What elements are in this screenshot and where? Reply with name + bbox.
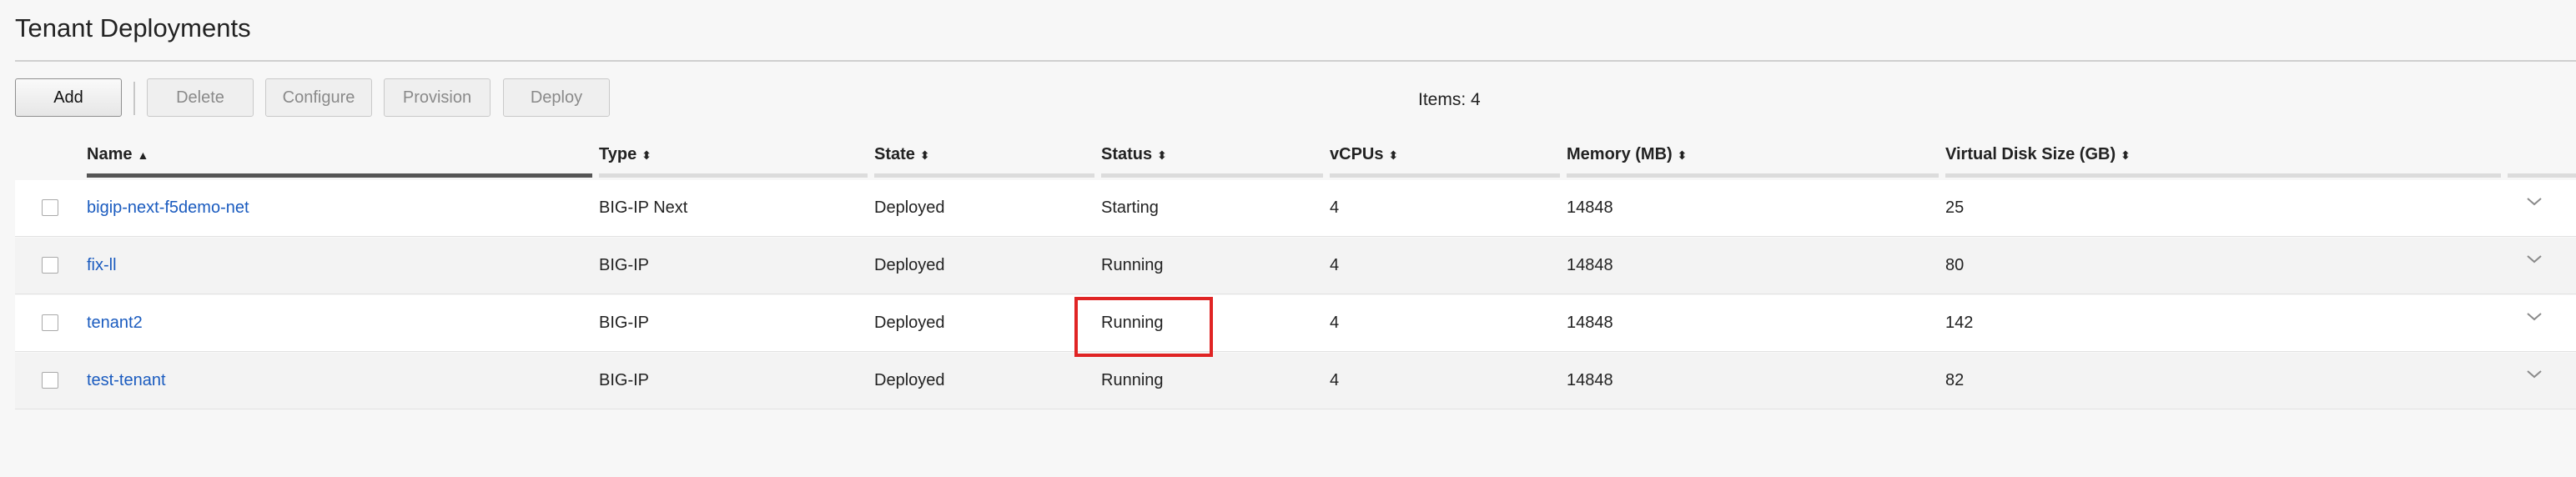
column-divider [874, 173, 1094, 178]
sort-icon: ⬍ [1157, 148, 1167, 162]
cell-memory: 14848 [1567, 198, 1613, 217]
cell-type: BIG-IP Next [599, 198, 688, 217]
column-header-label: Type [599, 145, 637, 163]
configure-button[interactable]: Configure [265, 78, 372, 117]
sort-icon: ⬍ [1388, 148, 1399, 162]
sort-icon: ⬍ [2121, 148, 2131, 162]
table-header: Name ▲ Type ⬍ State ⬍ Status ⬍ vCPUs ⬍ Memory (MB)… [15, 133, 2576, 180]
cell-vcpus: 4 [1330, 256, 1340, 274]
tenant-name-link[interactable]: fix-ll [87, 256, 117, 275]
column-divider [1567, 173, 1939, 178]
cell-state: Deployed [874, 198, 945, 217]
chevron-down-icon[interactable] [2524, 249, 2544, 269]
row-checkbox[interactable] [42, 199, 58, 216]
column-divider [599, 173, 868, 178]
cell-disk: 25 [1945, 198, 1965, 217]
column-header-label: vCPUs [1330, 145, 1384, 163]
chevron-down-icon[interactable] [2524, 364, 2544, 384]
title-divider [15, 60, 2576, 62]
cell-disk: 142 [1945, 314, 1974, 332]
cell-disk: 80 [1945, 256, 1965, 274]
column-header-memory-mb[interactable]: Memory (MB) ⬍ [1567, 145, 1687, 164]
tenant-name-link[interactable]: bigip-next-f5demo-net [87, 198, 249, 218]
cell-status: Running [1101, 256, 1164, 274]
tenant-name-link[interactable]: tenant2 [87, 314, 143, 333]
cell-type: BIG-IP [599, 314, 650, 332]
delete-button[interactable]: Delete [147, 78, 254, 117]
sort-icon: ⬍ [1677, 148, 1688, 162]
sorted-column-indicator [87, 173, 592, 178]
chevron-down-icon[interactable] [2524, 192, 2544, 212]
tenant-name-link[interactable]: test-tenant [87, 371, 166, 390]
column-header-label: State [874, 145, 915, 163]
sort-icon: ⬍ [919, 148, 930, 162]
column-header-state[interactable]: State ⬍ [874, 145, 930, 164]
provision-button[interactable]: Provision [384, 78, 491, 117]
page-title: Tenant Deployments [15, 13, 251, 43]
column-header-virtual-disk-size-gb[interactable]: Virtual Disk Size (GB) ⬍ [1945, 145, 2131, 164]
cell-type: BIG-IP [599, 256, 650, 274]
row-checkbox[interactable] [42, 257, 58, 274]
toolbar-separator [133, 82, 135, 115]
cell-vcpus: 4 [1330, 371, 1340, 389]
cell-state: Deployed [874, 256, 945, 274]
column-divider [1101, 173, 1323, 178]
cell-vcpus: 4 [1330, 198, 1340, 217]
cell-status: Starting [1101, 198, 1159, 217]
sort-ascending-icon: ▲ [137, 148, 149, 162]
column-divider [1945, 173, 2501, 178]
cell-memory: 14848 [1567, 314, 1613, 332]
table-row[interactable]: test-tenant BIG-IP Deployed Running 4 14848 82 [15, 353, 2576, 409]
cell-memory: 14848 [1567, 256, 1613, 274]
table-row[interactable]: bigip-next-f5demo-net BIG-IP Next Deployed… [15, 180, 2576, 237]
table-row[interactable]: fix-ll BIG-IP Deployed Running 4 14848 80 [15, 238, 2576, 294]
cell-status: Running [1101, 371, 1164, 389]
column-header-name[interactable]: Name ▲ [87, 145, 148, 164]
column-header-status[interactable]: Status ⬍ [1101, 145, 1167, 164]
cell-type: BIG-IP [599, 371, 650, 389]
row-checkbox[interactable] [42, 372, 58, 389]
cell-vcpus: 4 [1330, 314, 1340, 332]
add-button[interactable]: Add [15, 78, 122, 117]
table-row[interactable]: tenant2 BIG-IP Deployed Running 4 14848 142 [15, 295, 2576, 352]
deploy-button[interactable]: Deploy [503, 78, 610, 117]
cell-memory: 14848 [1567, 371, 1613, 389]
column-header-label: Memory (MB) [1567, 145, 1673, 163]
cell-state: Deployed [874, 314, 945, 332]
chevron-down-icon[interactable] [2524, 307, 2544, 327]
column-divider [1330, 173, 1560, 178]
items-count: Items: 4 [1418, 90, 1481, 109]
cell-state: Deployed [874, 371, 945, 389]
column-header-vcpus[interactable]: vCPUs ⬍ [1330, 145, 1398, 164]
sort-icon: ⬍ [641, 148, 652, 162]
column-header-label: Status [1101, 145, 1153, 163]
selection-highlight [1074, 297, 1213, 357]
column-header-label: Name [87, 145, 133, 163]
column-header-type[interactable]: Type ⬍ [599, 145, 652, 164]
column-header-label: Virtual Disk Size (GB) [1945, 145, 2116, 163]
cell-disk: 82 [1945, 371, 1965, 389]
row-checkbox[interactable] [42, 314, 58, 331]
column-divider [2508, 173, 2576, 178]
